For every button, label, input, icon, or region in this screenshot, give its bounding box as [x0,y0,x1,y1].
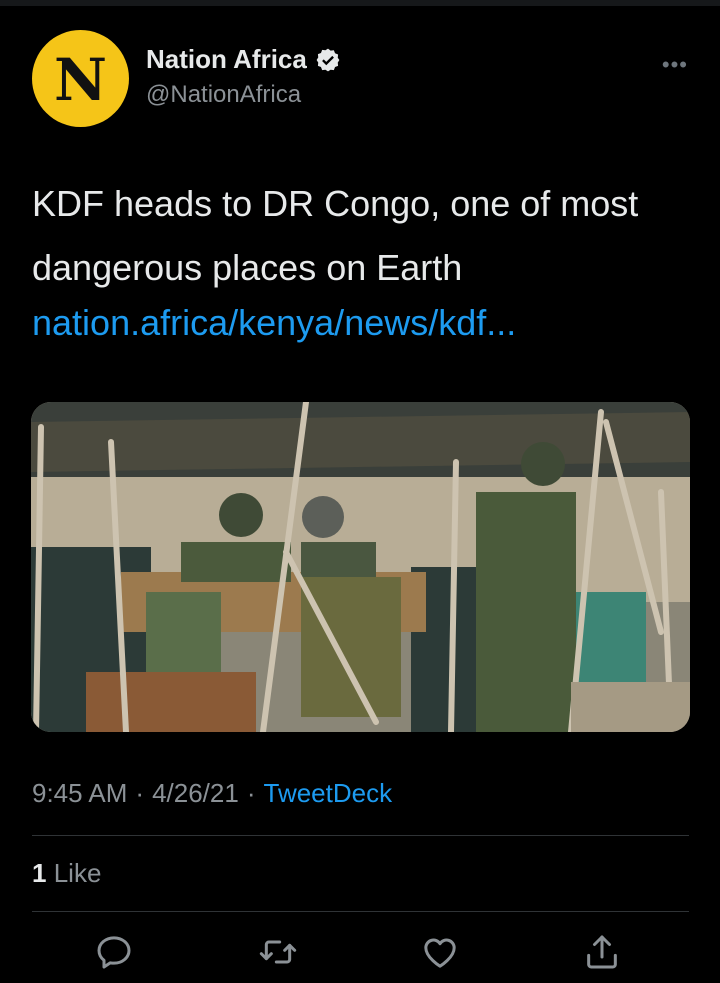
reply-icon [97,936,131,969]
share-icon [587,935,617,969]
author-names[interactable]: Nation Africa @NationAfrica [146,44,341,109]
avatar[interactable]: N [32,30,129,127]
reply-button[interactable] [94,932,134,972]
like-button[interactable] [420,932,460,972]
avatar-letter: N [53,45,107,114]
meta-separator: · [135,778,145,808]
tweet-photo[interactable] [31,402,690,732]
verified-badge-icon [316,48,340,71]
like-count-label: Like [53,858,102,888]
tweet-header: N Nation Africa @NationAfrica ••• [32,30,692,130]
tweet-link[interactable]: nation.africa/kenya/news/kdf... [32,302,516,344]
tweet-time: 9:45 AM [32,778,128,808]
more-options-icon[interactable]: ••• [662,52,688,78]
tweet-meta: 9:45 AM · 4/26/21 · TweetDeck [32,778,392,809]
divider [32,835,689,836]
like-count-value: 1 [32,858,47,888]
retweet-icon [259,940,297,964]
handle[interactable]: @NationAfrica [146,81,341,109]
top-edge [0,0,720,6]
retweet-button[interactable] [258,932,298,972]
share-button[interactable] [582,932,622,972]
like-icon [424,938,456,968]
tweet-actions [0,932,720,978]
tweet-text: KDF heads to DR Congo, one of most dange… [32,183,639,288]
soldiers-photo [31,402,690,732]
display-name[interactable]: Nation Africa [146,44,307,75]
meta-separator: · [246,778,256,808]
divider [32,911,689,912]
tweet-date: 4/26/21 [152,778,239,808]
likes-count[interactable]: 1 Like [32,858,101,889]
tweet-source[interactable]: TweetDeck [264,778,393,809]
